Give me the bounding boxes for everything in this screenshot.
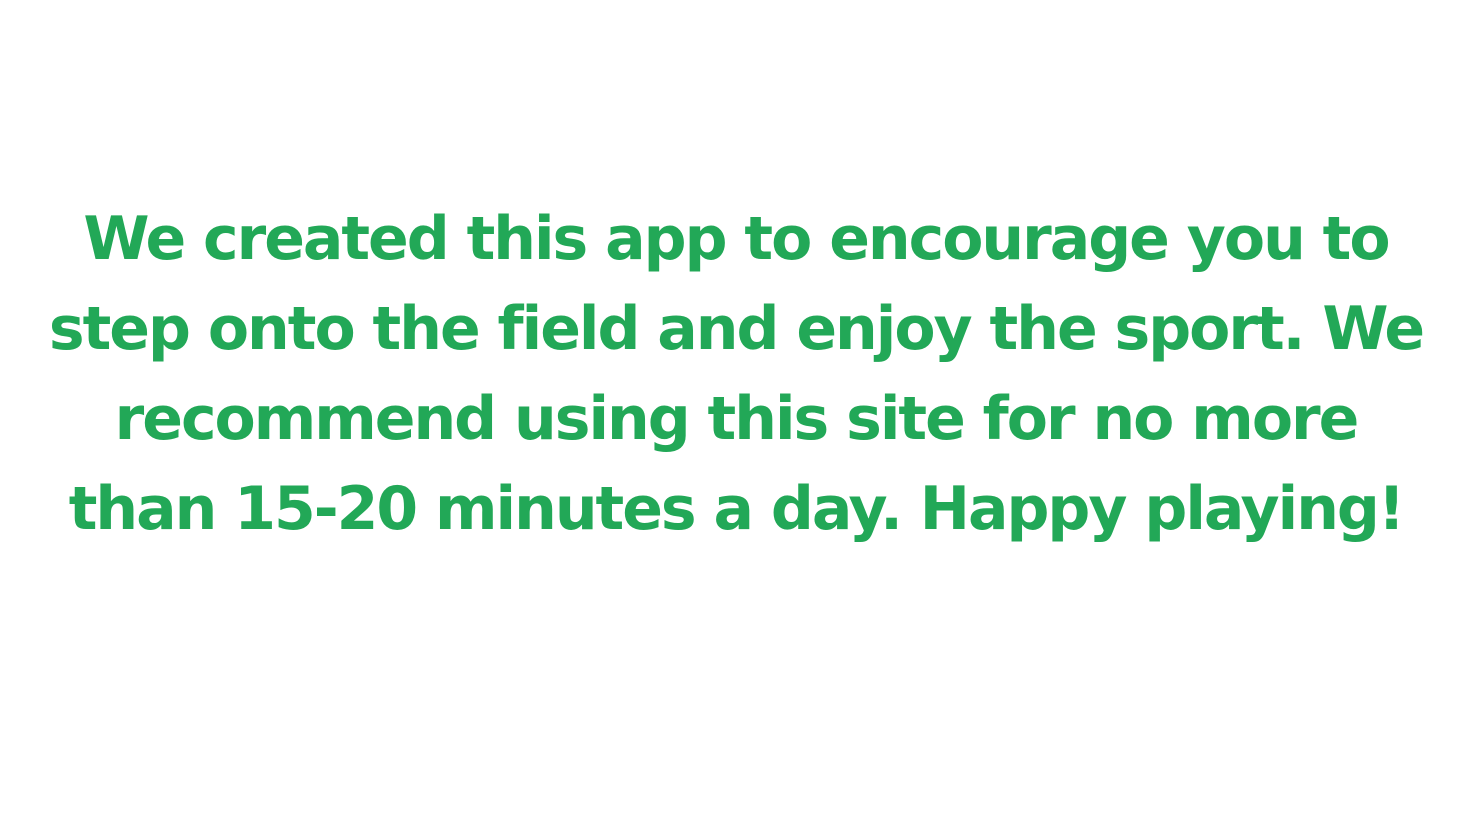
message-line-1: We created this app to encourage you to — [83, 204, 1390, 274]
message-line-2: step onto the field and enjoy the sport.… — [48, 294, 1425, 364]
welcome-message: We created this app to encourage you to … — [40, 194, 1432, 554]
intro-page: We created this app to encourage you to … — [0, 0, 1472, 832]
message-line-4: than 15-20 minutes a day. Happy playing! — [68, 474, 1405, 544]
message-line-3: recommend using this site for no more — [114, 384, 1360, 454]
